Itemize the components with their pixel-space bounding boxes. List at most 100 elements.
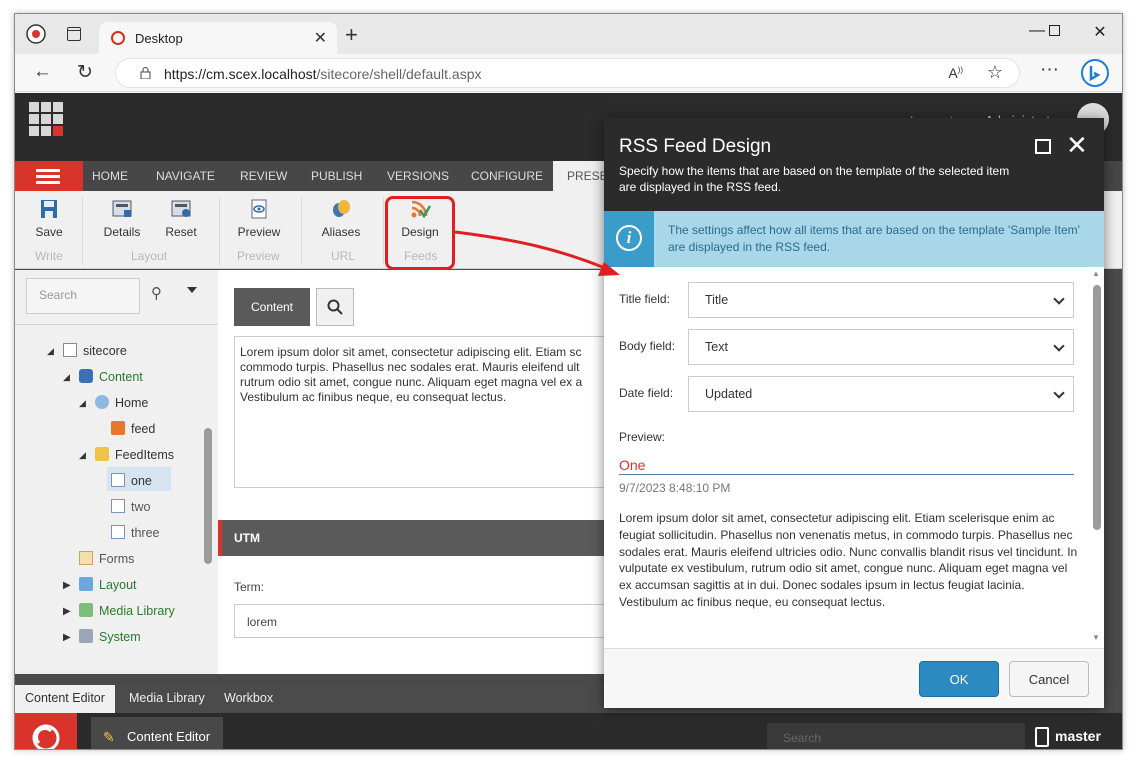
collapse-arrow-icon[interactable]: ◢ bbox=[79, 398, 86, 409]
maximize-icon[interactable] bbox=[1039, 25, 1069, 36]
dialog-subtitle: Specify how the items that are based on … bbox=[619, 164, 1010, 194]
tree-search-input[interactable]: Search bbox=[26, 278, 140, 314]
preview-item-title: One bbox=[619, 457, 1074, 475]
tab-configure[interactable]: CONFIGURE bbox=[471, 169, 543, 183]
tab-home[interactable]: HOME bbox=[92, 169, 128, 183]
taskbar-content-editor[interactable]: ✎ Content Editor bbox=[91, 717, 223, 749]
dialog-footer: OK Cancel bbox=[604, 648, 1104, 708]
design-button-highlight bbox=[385, 196, 455, 270]
expand-arrow-icon[interactable]: ▶ bbox=[63, 632, 71, 643]
ok-button[interactable]: OK bbox=[919, 661, 999, 697]
tree-item-content[interactable]: Content bbox=[79, 369, 143, 384]
more-options-icon[interactable]: ··· bbox=[1040, 59, 1059, 81]
collapse-arrow-icon[interactable]: ◢ bbox=[47, 346, 54, 357]
title-field-select[interactable]: Title bbox=[688, 282, 1074, 318]
tree-item-feed[interactable]: feed bbox=[111, 421, 155, 436]
scroll-down-icon[interactable]: ▼ bbox=[1092, 633, 1100, 642]
field-search-button[interactable] bbox=[316, 288, 354, 326]
tree-item-one[interactable]: one bbox=[107, 467, 171, 491]
tab-versions[interactable]: VERSIONS bbox=[387, 169, 449, 183]
tree-item-two[interactable]: two bbox=[111, 499, 150, 514]
tree-item-sitecore[interactable]: sitecore bbox=[63, 343, 127, 358]
body-field-select[interactable]: Text bbox=[688, 329, 1074, 365]
tree-item-layout[interactable]: Layout bbox=[79, 577, 137, 592]
refresh-icon[interactable]: ↻ bbox=[77, 61, 93, 84]
search-options-chevron-icon[interactable] bbox=[187, 287, 197, 293]
taskbar-search-input[interactable]: Search bbox=[767, 723, 1025, 749]
page-icon bbox=[63, 343, 77, 357]
info-banner: i The settings affect how all items that… bbox=[604, 211, 1104, 267]
collapse-arrow-icon[interactable]: ◢ bbox=[79, 450, 86, 461]
system-icon bbox=[79, 629, 93, 643]
rich-text-field[interactable]: Lorem ipsum dolor sit amet, consectetur … bbox=[234, 336, 618, 488]
tab-actions-icon[interactable] bbox=[67, 27, 81, 41]
tree-item-feeditems[interactable]: FeedItems bbox=[95, 447, 174, 462]
tab-publish[interactable]: PUBLISH bbox=[311, 169, 362, 183]
new-tab-icon[interactable]: + bbox=[345, 22, 358, 48]
pencil-icon: ✎ bbox=[103, 729, 115, 745]
tab-media-library[interactable]: Media Library bbox=[119, 685, 215, 713]
maximize-icon[interactable] bbox=[1035, 139, 1051, 154]
date-field-select[interactable]: Updated bbox=[688, 376, 1074, 412]
preview-button[interactable]: Preview bbox=[231, 199, 287, 239]
taskbar: ✎ Content Editor Search master bbox=[15, 713, 1122, 749]
tab-title: Desktop bbox=[135, 31, 183, 46]
tab-desktop[interactable]: Desktop ✕ bbox=[99, 22, 337, 54]
body-field-label: Body field: bbox=[619, 339, 676, 353]
expand-arrow-icon[interactable]: ▶ bbox=[63, 580, 71, 591]
section-header-utm[interactable]: UTM bbox=[218, 520, 618, 556]
group-layout: Layout bbox=[131, 249, 168, 263]
collapse-arrow-icon[interactable]: ◢ bbox=[63, 372, 70, 383]
details-button[interactable]: Details bbox=[94, 199, 150, 239]
launchpad-grid-icon[interactable] bbox=[29, 102, 63, 136]
tab-review[interactable]: REVIEW bbox=[240, 169, 287, 183]
layout-reset-icon bbox=[171, 200, 191, 217]
back-arrow-icon[interactable]: ← bbox=[33, 61, 52, 83]
close-icon[interactable]: ✕ bbox=[1066, 132, 1088, 158]
tab-content[interactable]: Content bbox=[234, 288, 310, 326]
chevron-down-icon bbox=[1053, 387, 1065, 399]
tab-content-editor[interactable]: Content Editor bbox=[15, 685, 115, 713]
term-input[interactable]: lorem bbox=[234, 604, 618, 638]
reset-button[interactable]: Reset bbox=[153, 199, 209, 239]
scroll-up-icon[interactable]: ▲ bbox=[1092, 269, 1100, 278]
tree-item-forms[interactable]: Forms bbox=[79, 551, 134, 566]
tab-navigate[interactable]: NAVIGATE bbox=[156, 169, 215, 183]
save-button[interactable]: Save bbox=[21, 199, 77, 239]
close-tab-icon[interactable]: ✕ bbox=[314, 28, 327, 48]
tree-item-three[interactable]: three bbox=[111, 525, 160, 540]
term-label: Term: bbox=[234, 580, 264, 594]
layout-details-icon bbox=[112, 200, 132, 217]
page-icon bbox=[111, 525, 125, 539]
url-field[interactable]: https://cm.scex.localhost/sitecore/shell… bbox=[115, 58, 1020, 88]
database-name[interactable]: master bbox=[1055, 728, 1101, 744]
folder-icon bbox=[95, 447, 109, 461]
ribbon-divider bbox=[219, 197, 220, 265]
group-url: URL bbox=[331, 249, 356, 263]
expand-arrow-icon[interactable]: ▶ bbox=[63, 606, 71, 617]
bing-chat-icon[interactable] bbox=[1081, 59, 1109, 87]
browser-profile-icon[interactable] bbox=[25, 23, 47, 45]
tree-item-home[interactable]: Home bbox=[95, 395, 148, 410]
sitecore-logo-icon[interactable] bbox=[15, 713, 77, 749]
scroll-thumb[interactable] bbox=[1093, 285, 1101, 530]
dialog-scrollbar[interactable]: ▲ ▼ bbox=[1089, 269, 1103, 643]
search-icon bbox=[327, 299, 343, 315]
tree-scrollbar[interactable] bbox=[204, 428, 212, 564]
preview-item-date: 9/7/2023 8:48:10 PM bbox=[619, 481, 731, 495]
tree-item-media-library[interactable]: Media Library bbox=[79, 603, 175, 618]
media-library-icon bbox=[79, 603, 93, 617]
tab-workbox[interactable]: Workbox bbox=[214, 685, 283, 713]
ribbon-divider bbox=[301, 197, 302, 265]
group-preview: Preview bbox=[237, 249, 280, 263]
content-tree-panel: Search ⚲ ◢ sitecore ◢ Content ◢ Home fee… bbox=[15, 270, 218, 749]
aliases-button[interactable]: Aliases bbox=[313, 199, 369, 239]
hamburger-menu-icon[interactable] bbox=[15, 161, 83, 191]
close-window-icon[interactable]: ✕ bbox=[1085, 22, 1115, 42]
favorite-star-icon[interactable]: ☆ bbox=[987, 62, 1003, 83]
search-icon[interactable]: ⚲ bbox=[151, 284, 162, 302]
cancel-button[interactable]: Cancel bbox=[1009, 661, 1089, 697]
save-icon bbox=[41, 200, 57, 218]
tree-item-system[interactable]: System bbox=[79, 629, 141, 644]
read-aloud-icon[interactable]: A)) bbox=[948, 65, 963, 81]
